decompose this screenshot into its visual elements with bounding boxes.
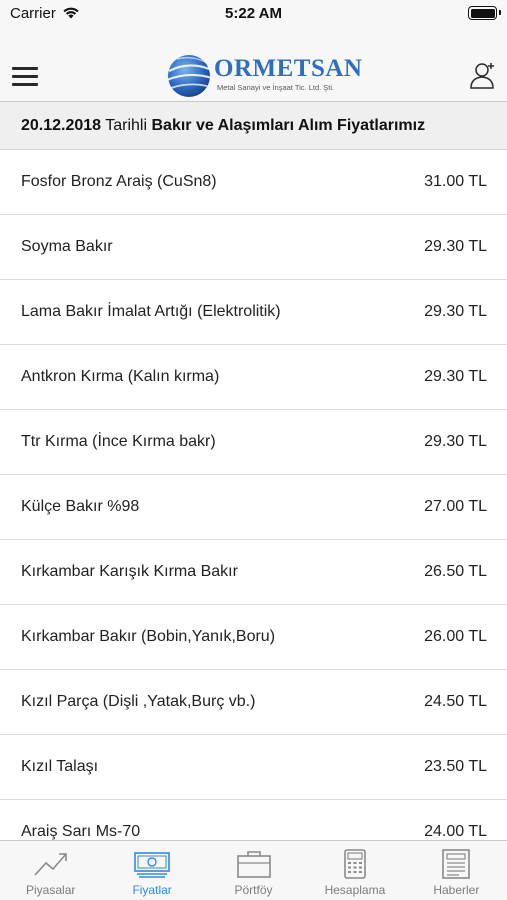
item-price: 23.50 TL	[424, 758, 487, 775]
item-name: Külçe Bakır %98	[21, 498, 140, 515]
item-price: 29.30 TL	[424, 368, 487, 385]
hamburger-menu-icon[interactable]	[12, 67, 38, 87]
price-row[interactable]: Fosfor Bronz Araiş (CuSn8) 31.00 TL	[0, 150, 507, 215]
price-row[interactable]: Kızıl Parça (Dişli ,Yatak,Burç vb.) 24.5…	[0, 670, 507, 735]
page-title: 20.12.2018 Tarihli Bakır ve Alaşımları A…	[21, 117, 425, 135]
price-row[interactable]: Kızıl Talaşı 23.50 TL	[0, 735, 507, 800]
price-row[interactable]: Kırkambar Bakır (Bobin,Yanık,Boru) 26.00…	[0, 605, 507, 670]
tab-bar: Piyasalar Fiyatlar Pörtföy Hesaplama Hab…	[0, 840, 507, 900]
logo-subtitle: Metal Sanayi ve İnşaat Tic. Ltd. Şti.	[217, 83, 335, 92]
item-name: Lama Bakır İmalat Artığı (Elektrolitik)	[21, 303, 281, 320]
price-row[interactable]: Soyma Bakır 29.30 TL	[0, 215, 507, 280]
title-tarihli: Tarihli	[105, 117, 148, 134]
item-name: Kızıl Talaşı	[21, 758, 99, 775]
price-row[interactable]: Kırkambar Karışık Kırma Bakır 26.50 TL	[0, 540, 507, 605]
item-name: Araiş Sarı Ms-70	[21, 823, 141, 840]
item-price: 29.30 TL	[424, 433, 487, 450]
tab-label: Pörtföy	[234, 883, 273, 897]
price-list[interactable]: Fosfor Bronz Araiş (CuSn8) 31.00 TL Soym…	[0, 150, 507, 840]
title-heading: Bakır ve Alaşımları Alım Fiyatlarımız	[151, 117, 426, 134]
ormetsan-logo: ORMETSAN Metal Sanayi ve İnşaat Tic. Ltd…	[160, 52, 362, 100]
price-row[interactable]: Lama Bakır İmalat Artığı (Elektrolitik) …	[0, 280, 507, 345]
tab-fiyatlar[interactable]: Fiyatlar	[101, 841, 202, 900]
item-name: Kırkambar Bakır (Bobin,Yanık,Boru)	[21, 628, 276, 645]
tab-label: Hesaplama	[324, 883, 386, 897]
item-price: 24.00 TL	[424, 823, 487, 840]
price-row[interactable]: Araiş Sarı Ms-70 24.00 TL	[0, 800, 507, 840]
banknote-icon	[134, 852, 170, 878]
tab-hesaplama[interactable]: Hesaplama	[304, 841, 405, 900]
newspaper-icon	[442, 849, 471, 879]
item-name: Kırkambar Karışık Kırma Bakır	[21, 563, 238, 580]
battery-icon	[468, 6, 501, 20]
item-name: Antkron Kırma (Kalın kırma)	[21, 368, 220, 385]
status-time: 5:22 AM	[225, 5, 282, 22]
app-header: ORMETSAN Metal Sanayi ve İnşaat Tic. Ltd…	[0, 28, 507, 102]
user-plus-icon[interactable]	[469, 60, 497, 90]
tab-haberler[interactable]: Haberler	[406, 841, 507, 900]
item-price: 31.00 TL	[424, 173, 487, 190]
status-bar: Carrier 5:22 AM	[0, 0, 507, 28]
logo-wordmark: ORMETSAN	[214, 55, 363, 82]
item-name: Fosfor Bronz Araiş (CuSn8)	[21, 173, 217, 190]
price-row[interactable]: Külçe Bakır %98 27.00 TL	[0, 475, 507, 540]
title-date: 20.12.2018	[21, 117, 102, 134]
item-name: Kızıl Parça (Dişli ,Yatak,Burç vb.)	[21, 693, 256, 710]
item-name: Ttr Kırma (İnce Kırma bakr)	[21, 433, 216, 450]
tab-piyasalar[interactable]: Piyasalar	[0, 841, 101, 900]
trend-chart-icon	[34, 853, 67, 876]
item-name: Soyma Bakır	[21, 238, 113, 255]
price-row[interactable]: Antkron Kırma (Kalın kırma) 29.30 TL	[0, 345, 507, 410]
calculator-icon	[344, 849, 366, 879]
price-row[interactable]: Ttr Kırma (İnce Kırma bakr) 29.30 TL	[0, 410, 507, 475]
globe-logo-icon	[166, 55, 213, 97]
item-price: 29.30 TL	[424, 238, 487, 255]
tab-label: Fiyatlar	[132, 883, 172, 897]
item-price: 27.00 TL	[424, 498, 487, 515]
item-price: 26.50 TL	[424, 563, 487, 580]
tab-portfoy[interactable]: Pörtföy	[203, 841, 304, 900]
briefcase-icon	[236, 851, 271, 878]
list-title-bar: 20.12.2018 Tarihli Bakır ve Alaşımları A…	[0, 102, 507, 150]
item-price: 29.30 TL	[424, 303, 487, 320]
tab-label: Haberler	[433, 883, 480, 897]
item-price: 26.00 TL	[424, 628, 487, 645]
item-price: 24.50 TL	[424, 693, 487, 710]
tab-label: Piyasalar	[26, 883, 76, 897]
